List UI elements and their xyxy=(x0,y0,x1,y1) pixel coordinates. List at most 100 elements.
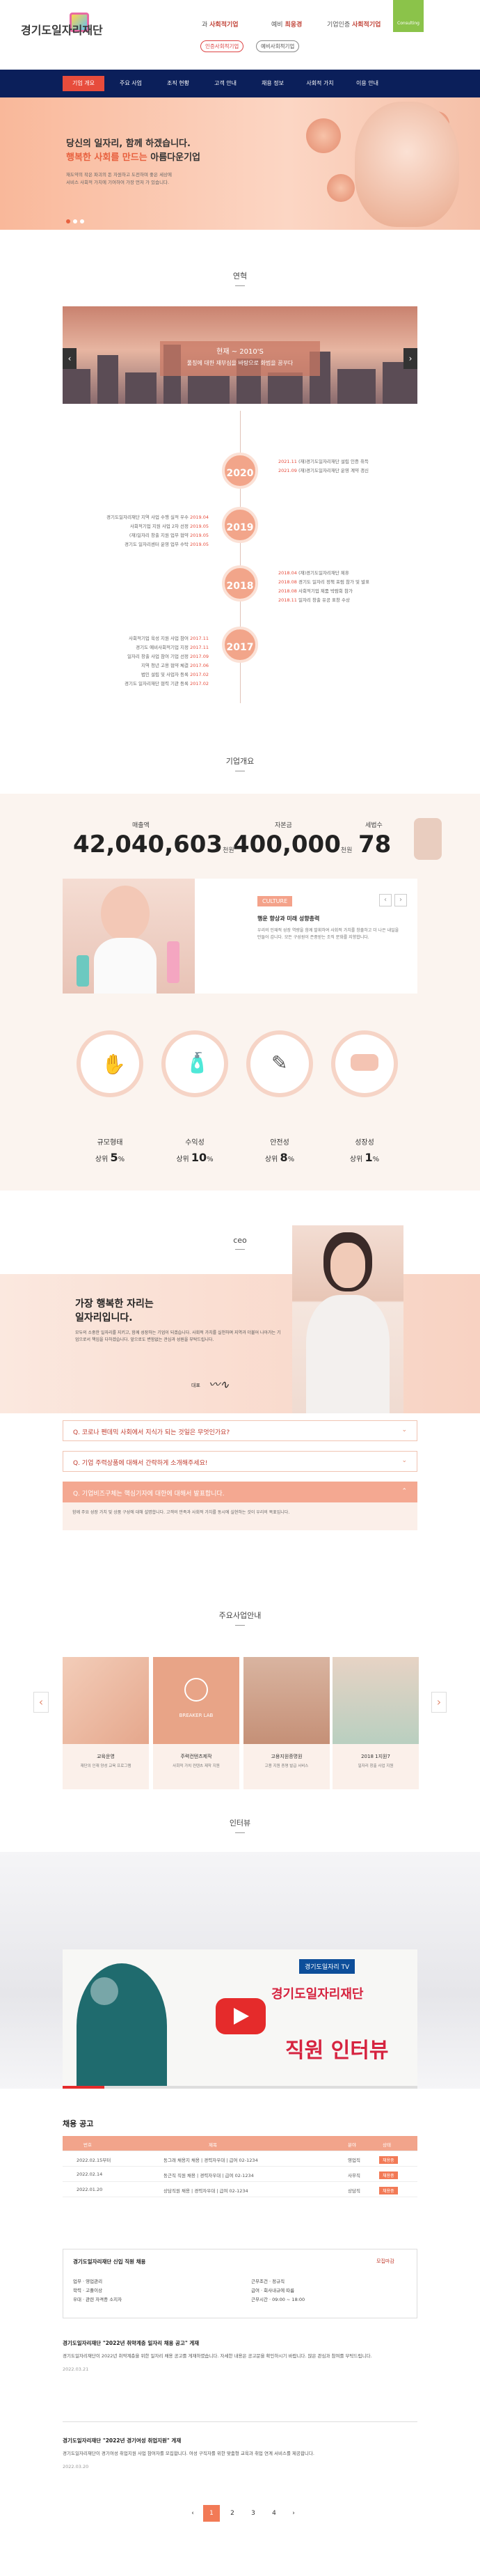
pager-page-1[interactable]: 1 xyxy=(203,2505,220,2522)
qa-item-1[interactable]: Q. 코로나 펜데믹 사회에서 지식가 되는 것일은 무엇인가요? ⌄ xyxy=(63,1420,417,1441)
next-arrow-button[interactable]: › xyxy=(403,348,417,369)
pager-page-4[interactable]: 4 xyxy=(266,2505,282,2522)
row-status-badge[interactable]: 채용중 xyxy=(379,2187,398,2194)
stat-value-employees: 78 xyxy=(358,831,392,858)
video-caption-1: 경기도일자리재단 xyxy=(271,1987,364,2002)
news-item-1[interactable]: 경기도일자리재단 "2022년 취약계층 일자리 채용 공고" 게재 경기도일자… xyxy=(63,2339,417,2373)
header-title: 제목 xyxy=(209,2142,217,2148)
row-title[interactable]: 동근직 직원 채용 | 경력자우대 | 급여 02-1234 xyxy=(163,2171,254,2178)
jobs-table: 번호 제목 분야 상태 2022.02.15부터 동그래 채용지 채용 | 경력… xyxy=(63,2136,417,2197)
row-no: 2022.01.20 xyxy=(77,2187,103,2192)
slide-dot-active[interactable] xyxy=(66,219,70,223)
nav-item-7[interactable]: 이용 안내 xyxy=(346,76,388,91)
row-no: 2022.02.14 xyxy=(77,2171,103,2177)
history-banner-sub: 풀칭에 대한 재부심을 바탕으로 화범을 꿈꾸다 xyxy=(186,360,294,366)
news-item-2[interactable]: 경기도일자리재단 "2022년 경기여성 취업지원" 게재 경기도일자리재단이 … xyxy=(63,2437,417,2471)
header-link-2[interactable]: 예비 최웅경 xyxy=(271,19,302,29)
row-field: 상담직 xyxy=(348,2188,360,2194)
cosmetic-bottle-image xyxy=(414,818,442,860)
consult-button[interactable]: Consulting xyxy=(393,0,424,32)
news-title-1[interactable]: 경기도일자리재단 "2022년 취약계층 일자리 채용 공고" 게재 xyxy=(63,2339,417,2347)
nav-item-5[interactable]: 채용 정보 xyxy=(252,76,294,91)
hero-title: 당신의 일자리, 함께 하겠습니다. xyxy=(66,139,191,149)
table-row[interactable]: 2022.02.14 동근직 직원 채용 | 경력자우대 | 급여 02-123… xyxy=(63,2167,417,2182)
business-next-button[interactable]: › xyxy=(431,1692,447,1713)
pager-page-2[interactable]: 2 xyxy=(224,2505,241,2522)
detail-right: 근무조건 · 정규직 급여 · 회사내규에 따름 근무시간 · 09:00 ~ … xyxy=(251,2279,305,2302)
event-2020-1: 2021.11 (재)경기도일자리재단 설립 인증 취득 xyxy=(278,459,369,464)
year-2018: 2018 xyxy=(222,565,258,602)
nav-item-2[interactable]: 주요 사업 xyxy=(110,76,152,91)
interview-section-title: 인터뷰 xyxy=(0,1817,480,1833)
jobs-table-header: 번호 제목 분야 상태 xyxy=(63,2136,417,2151)
ceo-section xyxy=(0,1274,480,1413)
slide-dot[interactable] xyxy=(73,219,77,223)
event-2019-2: 사회적기업 지원 사업 2차 선정 2019.05 xyxy=(129,524,209,529)
ceo-signature: 〰∿ xyxy=(209,1378,230,1391)
pager-page-3[interactable]: 3 xyxy=(245,2505,262,2522)
ceo-message: 모두의 소중한 일자리를 지키고, 함께 성장하는 기업이 되겠습니다. 사회적… xyxy=(75,1330,281,1342)
rose-decoration xyxy=(306,118,341,153)
nav-item-3[interactable]: 조직 현황 xyxy=(157,76,199,91)
pager-prev[interactable]: ‹ xyxy=(184,2505,201,2522)
stat-label-employees: 세법수 xyxy=(365,822,383,829)
culture-prev-button[interactable]: ‹ xyxy=(379,894,392,906)
row-status-badge[interactable]: 채용중 xyxy=(379,2171,398,2179)
business-image-4 xyxy=(333,1657,419,1744)
qa-answer: 함께 주요 성장 가치 및 상품 구성에 대해 설명합니다. 고객의 만족과 사… xyxy=(63,1502,417,1530)
business-image-2: BREAKER LAB xyxy=(153,1657,239,1744)
ceo-photo xyxy=(292,1225,403,1413)
detail-left: 업무 · 영업관리 학력 · 고졸이상 우대 · 관련 자격증 소지자 xyxy=(73,2279,122,2302)
table-row[interactable]: 2022.01.20 상담직원 채용 | 경력자우대 | 급여 02-1234 … xyxy=(63,2182,417,2197)
event-2017-4: 지역 청년 고용 협약 체결 2017.06 xyxy=(141,663,209,668)
stat-label-capital: 자본금 xyxy=(275,822,292,829)
cream-jar-icon xyxy=(331,1030,398,1097)
play-button[interactable] xyxy=(216,1998,266,2034)
row-title[interactable]: 동그래 채용지 채용 | 경력자우대 | 급여 02-1234 xyxy=(163,2156,258,2163)
business-card-4[interactable]: 2018 1지원7 일자리 창출 사업 지원 xyxy=(333,1657,419,1789)
event-2018-3: 2018.08 사회적기업 제품 박람회 참가 xyxy=(278,588,353,594)
year-2019: 2019 xyxy=(222,507,258,543)
business-desc-2: 사회적 가치 컨텐츠 제작 지원 xyxy=(173,1764,220,1768)
news-title-2[interactable]: 경기도일자리재단 "2022년 경기여성 취업지원" 게재 xyxy=(63,2437,417,2444)
header-link-1[interactable]: 과 사회적기업 xyxy=(202,19,239,29)
row-no: 2022.02.15부터 xyxy=(77,2158,111,2163)
business-card-2[interactable]: BREAKER LAB 주력컨텐츠제작 사회적 가치 컨텐츠 제작 지원 xyxy=(153,1657,239,1789)
business-desc-3: 고용 지원 증명 발급 서비스 xyxy=(264,1764,309,1768)
business-card-1[interactable]: 교육운영 재단의 인재 양성 교육 프로그램 xyxy=(63,1657,149,1789)
table-row[interactable]: 2022.02.15부터 동그래 채용지 채용 | 경력자우대 | 급여 02-… xyxy=(63,2151,417,2167)
site-logo[interactable]: 경기도일자리재단 xyxy=(21,21,103,38)
ceo-section-title: ceo xyxy=(0,1236,480,1250)
news-body-1: 경기도일자리재단이 2022년 취약계층을 위한 일자리 채용 공고를 게재하였… xyxy=(63,2353,372,2359)
business-title-3: 고용지원증명원 xyxy=(271,1754,303,1759)
event-2017-6: 경기도 일자리재단 협력 기관 등록 2017.02 xyxy=(125,681,209,686)
header-field: 분야 xyxy=(348,2142,356,2148)
qa-item-3[interactable]: Q. 기업비즈구체는 핵심기자에 대한에 대해서 발표합니다. ⌃ xyxy=(63,1482,417,1502)
event-2019-4: 경기도 일자리센터 운영 업무 수탁 2019.05 xyxy=(125,542,209,547)
header-no: 번호 xyxy=(83,2142,92,2148)
certified-button[interactable]: 인증사회적기업 xyxy=(200,40,244,52)
qa-item-2[interactable]: Q. 기업 주력상품에 대해서 간략하게 소개해주세요! ⌄ xyxy=(63,1451,417,1472)
business-desc-1: 재단의 인재 양성 교육 프로그램 xyxy=(80,1764,131,1768)
event-2019-3: (재)일자리 창출 지원 업무 협약 2019.05 xyxy=(129,533,209,538)
nav-item-1[interactable]: 기업 개요 xyxy=(63,76,104,91)
row-status-badge[interactable]: 채용중 xyxy=(379,2156,398,2164)
row-title[interactable]: 상담직원 채용 | 경력자우대 | 급여 02-1234 xyxy=(163,2187,248,2194)
site-header: 경기도일자리재단 과 사회적기업 예비 최웅경 기업인증 사회적기업 인증사회적… xyxy=(0,0,480,70)
main-nav: 기업 개요 주요 사업 조직 현황 고객 안내 채용 정보 사회적 가치 이용 … xyxy=(0,70,480,97)
culture-next-button[interactable]: › xyxy=(394,894,407,906)
header-link-3[interactable]: 기업인증 사회적기업 xyxy=(327,19,381,29)
business-prev-button[interactable]: ‹ xyxy=(33,1692,49,1713)
slide-dot[interactable] xyxy=(80,219,84,223)
business-card-3[interactable]: 고용지원증명원 고용 지원 증명 발급 서비스 xyxy=(243,1657,330,1789)
nav-item-6[interactable]: 사회적 가치 xyxy=(299,76,341,91)
hero-desc-2: 서비스 사회적 가치에 기여하여 가장 먼저 가 있습니다. xyxy=(66,180,170,185)
pager-next[interactable]: › xyxy=(285,2505,302,2522)
brush-icon: ✎ xyxy=(246,1030,313,1097)
nav-item-4[interactable]: 고객 안내 xyxy=(205,76,246,91)
preliminary-button[interactable]: 예비사회적기업 xyxy=(256,40,300,52)
interview-video[interactable]: 경기도일자리 TV 경기도일자리재단 직원 인터뷰 xyxy=(63,1949,417,2089)
hero-model-image xyxy=(355,102,459,227)
mini-stat-2: 수익성 상위 10% xyxy=(176,1139,214,1164)
prev-arrow-button[interactable]: ‹ xyxy=(63,348,77,369)
